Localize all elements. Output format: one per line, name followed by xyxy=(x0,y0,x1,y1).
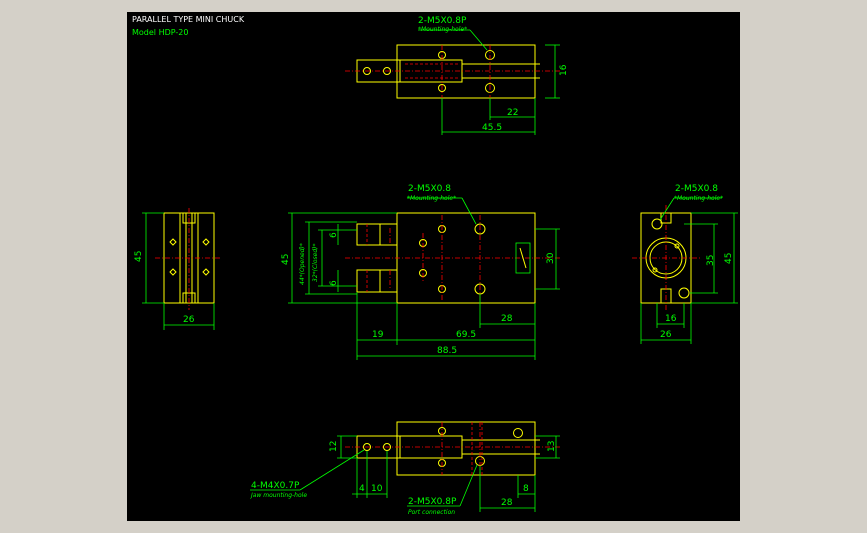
bottom-callout-port-note: Port connection xyxy=(408,509,455,516)
front-dim-45: 45 xyxy=(281,254,291,265)
right-view: 2-M5X0.8 *Mounting-hole* 35 45 16 26 xyxy=(632,184,738,344)
bottom-view: 12 13 4 10 8 28 4-M4X0.7P Jaw mounting-h… xyxy=(250,421,560,516)
left-view: 45 26 xyxy=(134,208,222,330)
right-dim-16: 16 xyxy=(665,314,677,324)
left-dim-26: 26 xyxy=(183,315,195,325)
front-dim-30: 30 xyxy=(546,252,556,264)
top-callout-label: 2-M5X0.8P xyxy=(418,16,467,26)
bottom-dim-28: 28 xyxy=(501,498,513,508)
front-dim-69-5: 69.5 xyxy=(456,330,476,340)
drawing-title: PARALLEL TYPE MINI CHUCK xyxy=(132,15,245,24)
right-callout-note: *Mounting-hole* xyxy=(674,195,723,202)
cad-drawing-canvas: PARALLEL TYPE MINI CHUCK Model HDP-20 2-… xyxy=(127,12,740,521)
top-dim-22: 22 xyxy=(507,108,518,118)
front-dim-88-5: 88.5 xyxy=(437,346,457,356)
top-dim-45-5: 45.5 xyxy=(482,123,502,133)
front-dim-19: 19 xyxy=(372,330,384,340)
front-dim-6-top: 6 xyxy=(329,232,339,238)
bottom-dim-13: 13 xyxy=(547,441,557,452)
front-dim-6-bottom: 6 xyxy=(329,280,339,286)
front-dim-closed: 32*(Closed)* xyxy=(312,244,319,282)
bottom-callout-jaw: 4-M4X0.7P xyxy=(251,481,300,491)
bottom-dim-4: 4 xyxy=(359,484,365,494)
front-dim-opened: 44*(Opened)* xyxy=(299,243,306,285)
bottom-dim-12: 12 xyxy=(329,441,339,452)
top-callout-note: *Mounting-hole* xyxy=(418,26,467,33)
top-view: 2-M5X0.8P *Mounting-hole* 16 22 45.5 xyxy=(345,16,569,135)
bottom-callout-jaw-note: Jaw mounting-hole xyxy=(250,492,307,499)
right-dim-45: 45 xyxy=(724,253,734,264)
drawing-svg: PARALLEL TYPE MINI CHUCK Model HDP-20 2-… xyxy=(132,15,738,516)
bottom-dim-10: 10 xyxy=(371,484,383,494)
top-dim-16: 16 xyxy=(559,64,569,76)
front-dim-28: 28 xyxy=(501,314,513,324)
front-callout-note: *Mounting-hole* xyxy=(407,195,456,202)
model-label: Model HDP-20 xyxy=(132,28,188,37)
right-dim-35: 35 xyxy=(706,255,716,266)
right-callout-label: 2-M5X0.8 xyxy=(675,184,718,194)
bottom-dim-8: 8 xyxy=(523,484,529,494)
front-callout-label: 2-M5X0.8 xyxy=(408,184,451,194)
top-body xyxy=(396,44,536,99)
right-dim-26: 26 xyxy=(660,330,672,340)
left-dim-45: 45 xyxy=(134,251,144,262)
bottom-callout-port: 2-M5X0.8P xyxy=(408,497,457,507)
front-view: 2-M5X0.8 *Mounting-hole* 45 44*(Opened)*… xyxy=(281,184,560,360)
